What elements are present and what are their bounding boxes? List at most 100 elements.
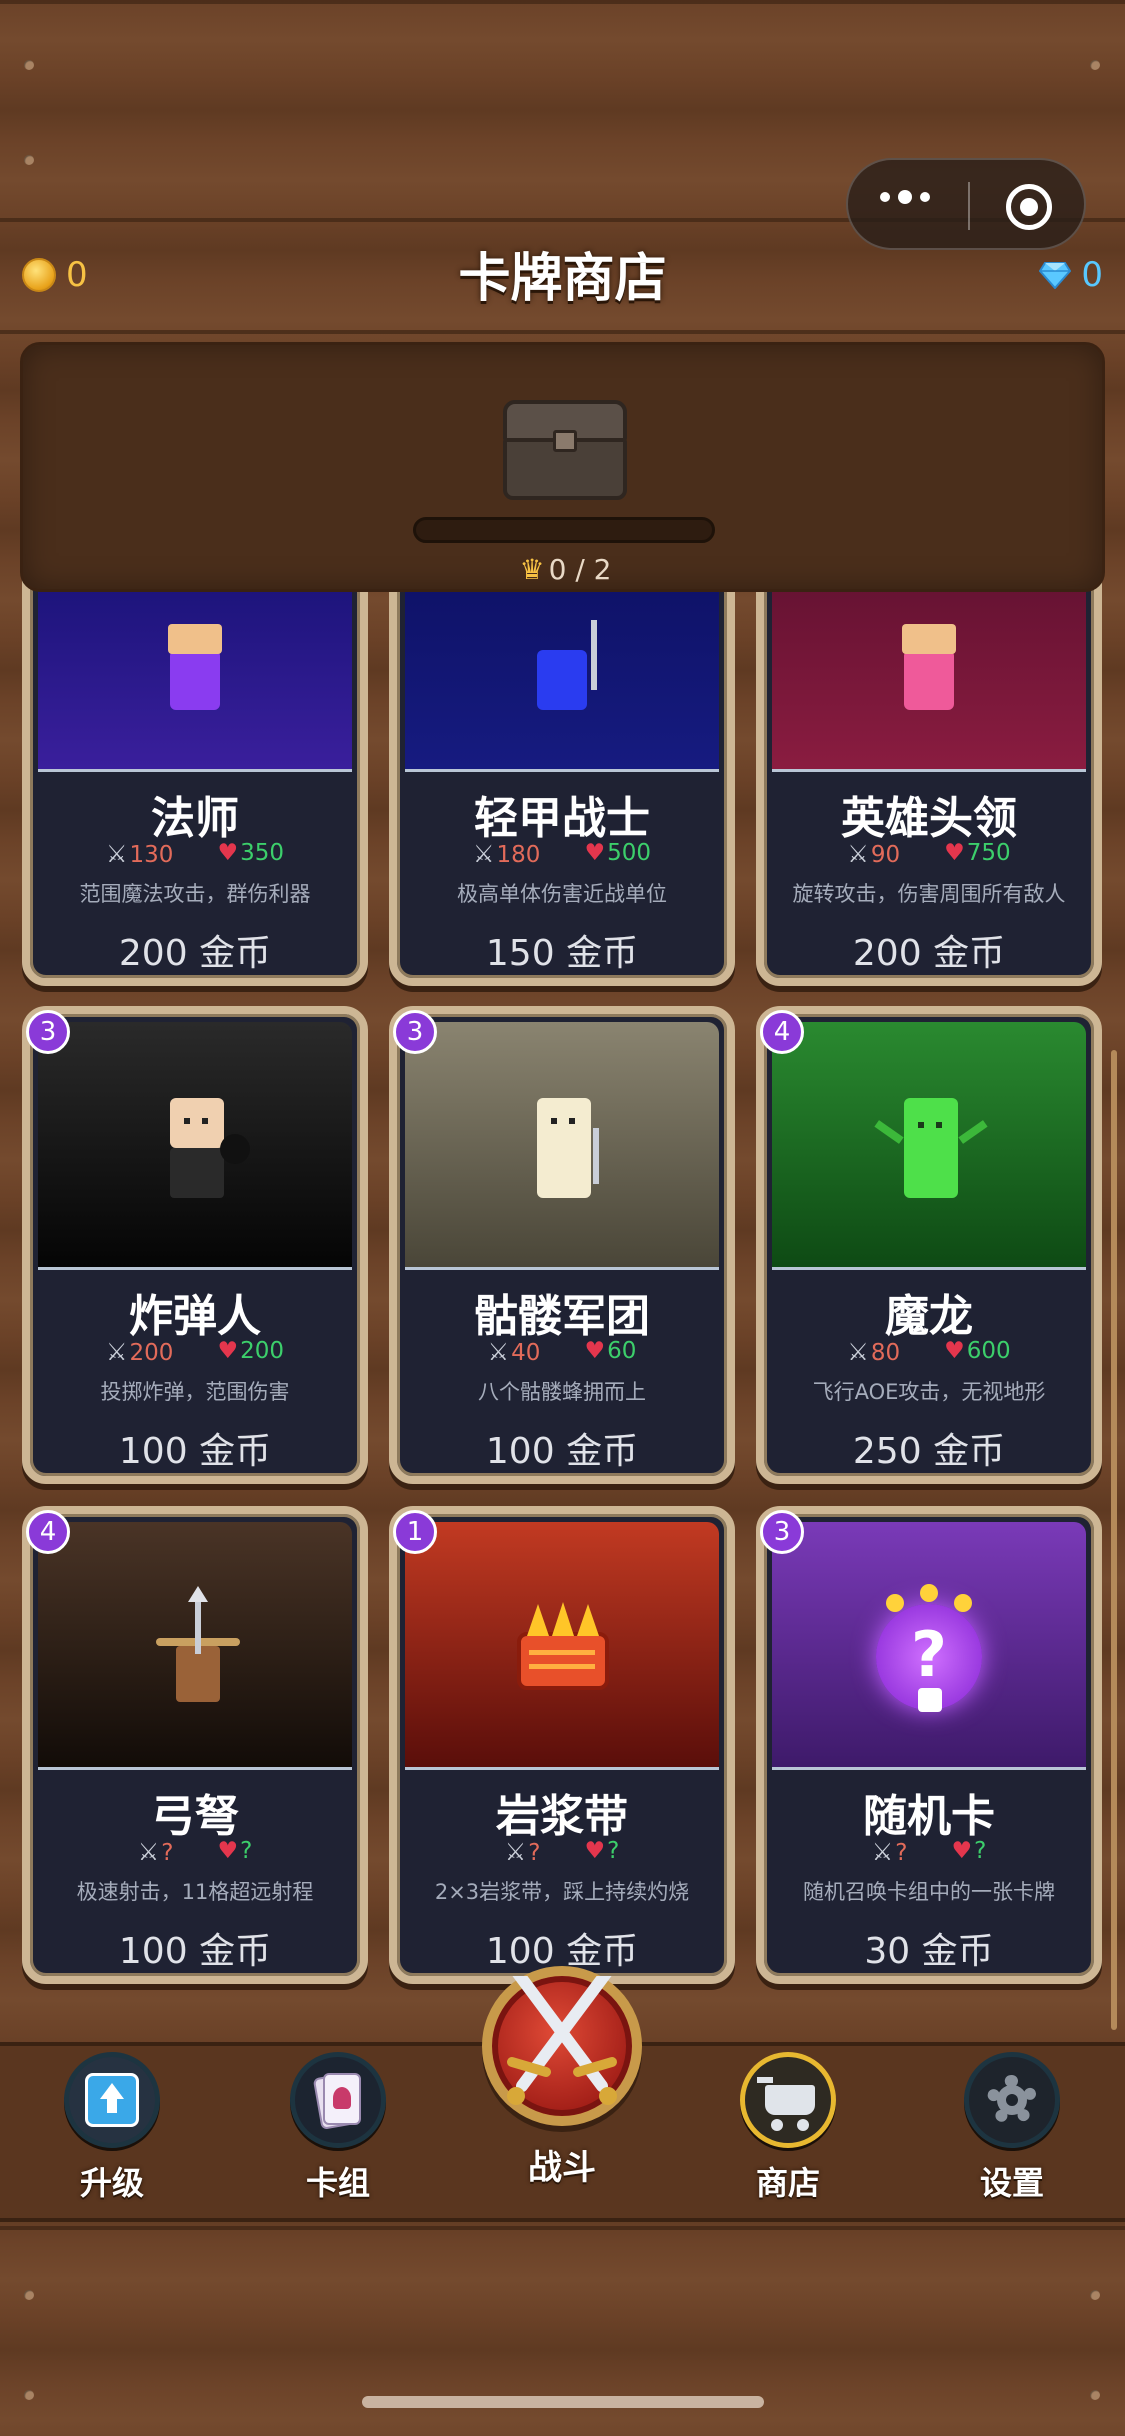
- card-hp: 600: [966, 1338, 1011, 1364]
- crown-count-text: 0 / 2: [548, 553, 612, 586]
- chest-panel: ♛ 0 / 2: [20, 342, 1105, 592]
- light-warrior-sprite-icon: [537, 650, 587, 710]
- bomber-sprite-icon: [170, 1098, 250, 1198]
- heart-icon: ♥: [584, 840, 606, 866]
- lava-belt-sprite-icon: [517, 1602, 609, 1692]
- card-attack: ?: [161, 1840, 174, 1866]
- nav-deck-label: 卡组: [305, 2164, 370, 2202]
- card-art: [38, 1022, 352, 1270]
- card-description: 八个骷髅蜂拥而上: [478, 1380, 646, 1404]
- card-name: 魔龙: [885, 1291, 973, 1342]
- card-hp: 500: [607, 840, 651, 866]
- heart-icon: ♥: [584, 1338, 606, 1364]
- crown-counter: ♛ 0 / 2: [23, 553, 1108, 586]
- card-attack: 130: [129, 842, 174, 868]
- home-indicator[interactable]: [362, 2396, 764, 2408]
- card-price[interactable]: 100 金币: [30, 1922, 360, 1974]
- crossed-swords-icon: ⚔: [137, 1838, 160, 1866]
- crossed-swords-icon: ⚔: [473, 840, 495, 868]
- shop-card[interactable]: 岩浆带 ⚔? ♥? 2×3岩浆带，踩上持续灼烧 100 金币: [389, 1506, 735, 1984]
- card-attack: ?: [528, 1840, 541, 1866]
- elixir-cost-badge: 3: [26, 1010, 70, 1054]
- card-name: 岩浆带: [496, 1791, 628, 1842]
- random-card-sprite-icon: ?: [876, 1584, 986, 1714]
- card-attack: ?: [895, 1840, 908, 1866]
- scrollbar[interactable]: [1111, 1050, 1117, 2030]
- card-description: 2×3岩浆带，踩上持续灼烧: [434, 1880, 690, 1904]
- heart-icon: ♥: [944, 840, 965, 866]
- card-description: 飞行AOE攻击，无视地形: [812, 1380, 1046, 1404]
- elixir-cost-badge: 3: [393, 1010, 437, 1054]
- shop-card[interactable]: 弓弩 ⚔? ♥? 极速射击，11格超远射程 100 金币: [22, 1506, 368, 1984]
- card-attack: 90: [870, 842, 901, 868]
- shop-card[interactable]: ? 随机卡 ⚔? ♥? 随机召唤卡组中的一张卡牌 30 金币: [756, 1506, 1102, 1984]
- card-hp: ?: [974, 1838, 987, 1864]
- card-price[interactable]: 30 金币: [764, 1922, 1094, 1974]
- elixir-cost-badge: 3: [760, 1510, 804, 1554]
- card-name: 炸弹人: [129, 1291, 261, 1342]
- card-attack: 200: [129, 1340, 174, 1366]
- card-name: 轻甲战士: [474, 793, 650, 844]
- elixir-cost-badge: 1: [393, 1510, 437, 1554]
- card-attack: 180: [496, 842, 541, 868]
- crossed-swords-icon: ⚔: [106, 1338, 128, 1366]
- gear-icon: [964, 2052, 1060, 2148]
- upgrade-arrow-icon: [64, 2052, 160, 2148]
- nav-upgrade[interactable]: 升级: [42, 2052, 182, 2204]
- deck-cards-icon: [290, 2052, 386, 2148]
- nav-shop[interactable]: 商店: [718, 2052, 858, 2204]
- card-attack: 40: [511, 1340, 541, 1366]
- elixir-cost-badge: 4: [760, 1010, 804, 1054]
- mage-sprite-icon: [170, 650, 220, 710]
- card-name: 法师: [151, 793, 239, 844]
- card-stats: ⚔80 ♥600: [764, 1338, 1094, 1366]
- heart-icon: ♥: [217, 1338, 239, 1364]
- card-description: 旋转攻击，伤害周围所有敌人: [792, 882, 1066, 906]
- card-stats: ⚔? ♥?: [30, 1838, 360, 1866]
- card-hp: ?: [607, 1838, 620, 1864]
- card-price[interactable]: 100 金币: [30, 1422, 360, 1474]
- shop-card[interactable]: 魔龙 ⚔80 ♥600 飞行AOE攻击，无视地形 250 金币: [756, 1006, 1102, 1484]
- card-hp: 60: [607, 1338, 637, 1364]
- battle-button[interactable]: [482, 1966, 642, 2126]
- shop-card[interactable]: 炸弹人 ⚔200 ♥200 投掷炸弹，范围伤害 100 金币: [22, 1006, 368, 1484]
- heart-icon: ♥: [217, 1838, 239, 1864]
- card-art: ?: [772, 1522, 1086, 1770]
- card-stats: ⚔130 ♥350: [30, 840, 360, 868]
- card-price[interactable]: 200 金币: [30, 924, 360, 976]
- card-price[interactable]: 100 金币: [397, 1422, 727, 1474]
- card-stats: ⚔90 ♥750: [764, 840, 1094, 868]
- heart-icon: ♥: [944, 1338, 965, 1364]
- card-art: [405, 1522, 719, 1770]
- card-attack: 80: [870, 1340, 901, 1366]
- chest-progress-bar: [413, 517, 715, 543]
- card-stats: ⚔180 ♥500: [397, 840, 727, 868]
- card-stats: ⚔? ♥?: [397, 1838, 727, 1866]
- card-name: 随机卡: [863, 1791, 995, 1842]
- nav-upgrade-label: 升级: [79, 2164, 144, 2202]
- crossed-swords-icon: ⚔: [487, 1338, 510, 1366]
- card-art: [38, 1522, 352, 1770]
- crossed-swords-icon: ⚔: [871, 1838, 894, 1866]
- crossed-swords-icon: ⚔: [106, 840, 128, 868]
- card-price[interactable]: 150 金币: [397, 924, 727, 976]
- card-stats: ⚔200 ♥200: [30, 1338, 360, 1366]
- nav-battle-label: 战斗: [528, 2148, 596, 2188]
- treasure-chest-icon[interactable]: [503, 400, 627, 500]
- nav-shop-label: 商店: [755, 2164, 820, 2202]
- card-price[interactable]: 200 金币: [764, 924, 1094, 976]
- nav-deck[interactable]: 卡组: [268, 2052, 408, 2204]
- hero-leader-sprite-icon: [904, 650, 954, 710]
- card-hp: 200: [240, 1338, 284, 1364]
- card-hp: 350: [240, 840, 284, 866]
- shop-card[interactable]: 骷髅军团 ⚔40 ♥60 八个骷髅蜂拥而上 100 金币: [389, 1006, 735, 1484]
- heart-icon: ♥: [951, 1838, 973, 1864]
- elixir-cost-badge: 4: [26, 1510, 70, 1554]
- crossed-swords-icon: ⚔: [504, 1838, 527, 1866]
- card-stats: ⚔40 ♥60: [397, 1338, 727, 1366]
- crown-icon: ♛: [519, 553, 545, 586]
- nav-settings[interactable]: 设置: [942, 2052, 1082, 2204]
- shopping-cart-icon: [740, 2052, 836, 2148]
- card-price[interactable]: 250 金币: [764, 1422, 1094, 1474]
- card-art: [405, 1022, 719, 1270]
